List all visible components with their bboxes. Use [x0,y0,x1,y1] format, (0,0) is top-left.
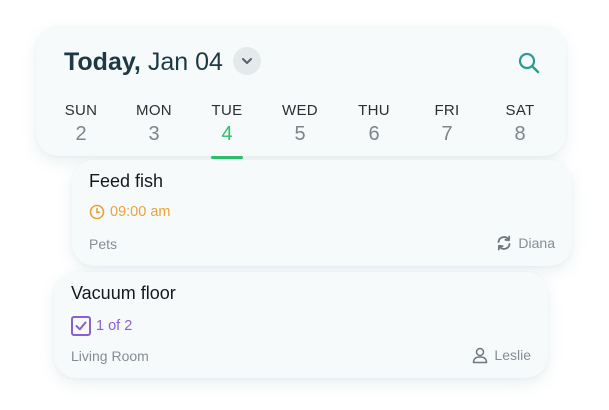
task-category: Pets [89,236,118,252]
day-name: THU [358,102,390,119]
title-date: Jan 04 [147,48,223,76]
day-date: 2 [75,123,87,145]
day-thu[interactable]: THU 6 [344,102,404,146]
day-name: WED [282,102,318,119]
day-date: 6 [368,123,380,145]
selected-underline [211,156,243,159]
task-progress-text: 1 of 2 [96,318,133,334]
task-title: Vacuum floor [71,283,176,303]
day-name: TUE [211,102,243,119]
day-name: MON [136,102,172,119]
search-icon [518,52,540,74]
task-assignee: Leslie [471,346,531,364]
day-date: 3 [148,123,160,145]
day-fri[interactable]: FRI 7 [417,102,477,146]
search-button[interactable] [515,49,543,77]
day-date: 8 [514,123,526,145]
assignee-name: Diana [518,235,555,251]
assignee-name: Leslie [494,347,531,363]
day-name: SAT [505,102,535,119]
task-title: Feed fish [89,171,164,191]
day-tue[interactable]: TUE 4 [197,102,257,159]
task-category: Living Room [71,348,149,364]
checkbox-icon[interactable] [71,316,91,336]
task-card-vacuum-floor[interactable]: Vacuum floor 1 of 2 Living Room Leslie [54,272,548,378]
person-icon [473,347,488,364]
page-title: Today, Jan 04 [64,48,223,77]
rotate-icon [498,235,511,251]
task-assignee: Diana [495,234,555,252]
task-time-text: 09:00 am [110,204,171,220]
chevron-down-icon [242,58,252,64]
title-today: Today, [64,48,141,76]
day-name: FRI [434,102,460,119]
task-card-feed-fish[interactable]: Feed fish 09:00 am Pets Diana [72,160,572,266]
task-progress: 1 of 2 [71,316,132,336]
day-date: 4 [221,123,233,145]
day-wed[interactable]: WED 5 [270,102,330,146]
clock-icon [89,204,105,220]
day-name: SUN [64,102,98,119]
day-date: 5 [294,123,306,145]
day-date: 7 [441,123,453,145]
expand-calendar-button[interactable] [233,47,261,75]
date-header-card: Today, Jan 04 SUN 2 MON 3 TUE 4 WED 5 TH… [36,26,566,159]
day-sat[interactable]: SAT 8 [490,102,550,146]
task-time: 09:00 am [89,204,170,220]
day-mon[interactable]: MON 3 [124,102,184,146]
day-sun[interactable]: SUN 2 [51,102,111,146]
